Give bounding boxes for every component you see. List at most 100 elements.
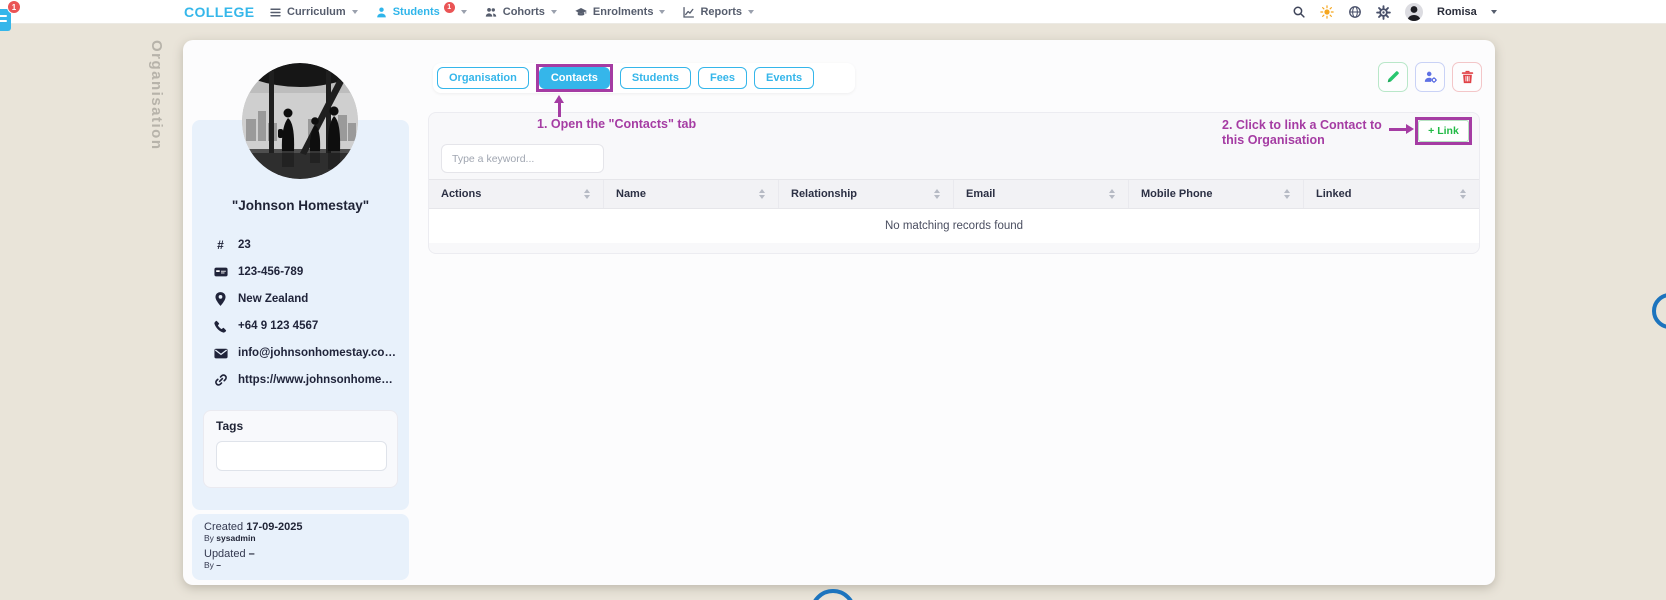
- manage-users-button[interactable]: [1415, 62, 1445, 92]
- user-avatar[interactable]: [1405, 3, 1423, 21]
- tab-students[interactable]: Students: [619, 67, 691, 89]
- link-icon: [213, 373, 228, 387]
- tab-fees[interactable]: Fees: [697, 67, 748, 89]
- top-navbar: COLLEGE Curriculum Students 1 Cohorts En…: [0, 0, 1666, 24]
- search-input[interactable]: [441, 144, 604, 173]
- page: COLLEGE Curriculum Students 1 Cohorts En…: [0, 0, 1666, 600]
- graduation-cap-icon: [574, 6, 588, 19]
- navbar-right-cluster: Romisa: [1292, 0, 1497, 24]
- organisation-details: # 23 123-456-789 New Zealand +64 9 123 4…: [213, 237, 396, 388]
- menu-item-cohorts[interactable]: Cohorts: [484, 6, 557, 19]
- menu-label: Reports: [700, 6, 742, 18]
- detail-row-email: info@johnsonhomestay.co…: [213, 345, 396, 361]
- map-pin-icon: [213, 292, 228, 306]
- sun-icon[interactable]: [1320, 5, 1334, 19]
- tab-organisation[interactable]: Organisation: [437, 67, 529, 89]
- menu-item-enrolments[interactable]: Enrolments: [574, 6, 666, 19]
- annotation-arrow-up-line: [558, 103, 561, 117]
- chevron-down-icon: [351, 10, 358, 14]
- user-name[interactable]: Romisa: [1437, 6, 1477, 18]
- chevron-down-icon: [550, 10, 557, 14]
- tab-events[interactable]: Events: [754, 67, 815, 89]
- menu-label: Cohorts: [502, 6, 545, 18]
- notification-badge: 1: [443, 2, 455, 13]
- detail-row-website: https://www.johnsonhome…: [213, 372, 396, 388]
- chevron-down-icon: [1490, 10, 1497, 14]
- globe-icon[interactable]: [1348, 5, 1362, 19]
- people-icon: [484, 6, 498, 19]
- organisation-id: 23: [238, 239, 251, 251]
- detail-row-id: # 23: [213, 237, 396, 253]
- detail-row-phone: +64 9 123 4567: [213, 318, 396, 334]
- annotation-arrow-right: [1406, 124, 1414, 134]
- chevron-down-icon: [460, 10, 467, 14]
- tab-contacts[interactable]: Contacts: [538, 67, 610, 89]
- widget-notification-badge: 1: [7, 0, 21, 14]
- floating-button-bottom[interactable]: [810, 589, 856, 600]
- column-header-actions[interactable]: Actions: [429, 180, 604, 208]
- created-line: Created 17-09-2025: [204, 521, 303, 533]
- annotation-arrow-right-line: [1389, 128, 1406, 131]
- menu-item-curriculum[interactable]: Curriculum: [269, 6, 358, 19]
- app-logo[interactable]: COLLEGE: [184, 0, 254, 24]
- delete-button[interactable]: [1452, 62, 1482, 92]
- table-header-row: Actions Name Relationship Email Mobile P…: [429, 179, 1479, 209]
- created-by: sysadmin: [216, 533, 256, 543]
- record-actions: [1378, 62, 1482, 92]
- updated-date: –: [248, 548, 255, 560]
- menu-item-reports[interactable]: Reports: [682, 6, 754, 19]
- annotation-step1: 1. Open the "Contacts" tab: [537, 117, 697, 131]
- column-header-mobile-phone[interactable]: Mobile Phone: [1129, 180, 1304, 208]
- sort-icon[interactable]: [1109, 189, 1116, 199]
- main-menu: Curriculum Students 1 Cohorts Enrolments…: [269, 0, 754, 24]
- menu-label: Students: [392, 6, 440, 18]
- person-icon: [375, 6, 388, 19]
- pencil-icon: [1386, 70, 1400, 84]
- hash-icon: #: [217, 238, 224, 252]
- sort-icon[interactable]: [1284, 189, 1291, 199]
- annotation-step2: 2. Click to link a Contact to this Organ…: [1222, 118, 1382, 147]
- chevron-down-icon: [659, 10, 666, 14]
- organisation-card: "Johnson Homestay" # 23 123-456-789 New …: [183, 40, 1495, 585]
- chart-icon: [682, 6, 695, 19]
- organisation-email[interactable]: info@johnsonhomestay.co…: [238, 347, 396, 359]
- created-by-line: By sysadmin: [204, 533, 256, 543]
- organisation-website[interactable]: https://www.johnsonhome…: [238, 374, 393, 386]
- person-gear-icon: [1423, 70, 1438, 84]
- detail-row-country: New Zealand: [213, 291, 396, 307]
- annotation-box-contacts-tab: Contacts: [535, 64, 613, 92]
- column-header-linked[interactable]: Linked: [1304, 180, 1479, 208]
- edit-button[interactable]: [1378, 62, 1408, 92]
- tab-bar: Organisation Contacts Students Fees Even…: [433, 63, 855, 93]
- sort-icon[interactable]: [934, 189, 941, 199]
- organisation-registration: 123-456-789: [238, 266, 304, 278]
- gear-icon[interactable]: [1376, 4, 1391, 20]
- page-title-vertical: Organisation: [148, 40, 165, 151]
- column-header-email[interactable]: Email: [954, 180, 1129, 208]
- updated-line: Updated –: [204, 548, 255, 560]
- sort-icon[interactable]: [759, 189, 766, 199]
- link-contact-button[interactable]: + Link: [1418, 120, 1469, 142]
- updated-by: –: [216, 560, 222, 570]
- empty-table-message: No matching records found: [429, 209, 1479, 243]
- annotation-box-link-button: + Link: [1415, 117, 1472, 145]
- tags-input[interactable]: [216, 441, 387, 471]
- menu-label: Enrolments: [592, 6, 654, 18]
- column-header-name[interactable]: Name: [604, 180, 779, 208]
- search-icon[interactable]: [1292, 5, 1306, 19]
- annotation-arrow-up: [554, 95, 564, 103]
- organisation-country: New Zealand: [238, 293, 309, 305]
- trash-icon: [1461, 70, 1474, 84]
- phone-icon: [213, 320, 228, 333]
- floating-button-right[interactable]: [1652, 293, 1666, 329]
- organisation-name: "Johnson Homestay": [231, 198, 370, 213]
- organisation-phone: +64 9 123 4567: [238, 320, 319, 332]
- sort-icon[interactable]: [1460, 189, 1467, 199]
- id-card-icon: [213, 266, 228, 278]
- tags-card: Tags: [203, 410, 398, 488]
- envelope-icon: [213, 348, 228, 359]
- menu-item-students[interactable]: Students 1: [375, 2, 467, 19]
- column-header-relationship[interactable]: Relationship: [779, 180, 954, 208]
- sort-icon[interactable]: [584, 189, 591, 199]
- menu-label: Curriculum: [287, 6, 346, 18]
